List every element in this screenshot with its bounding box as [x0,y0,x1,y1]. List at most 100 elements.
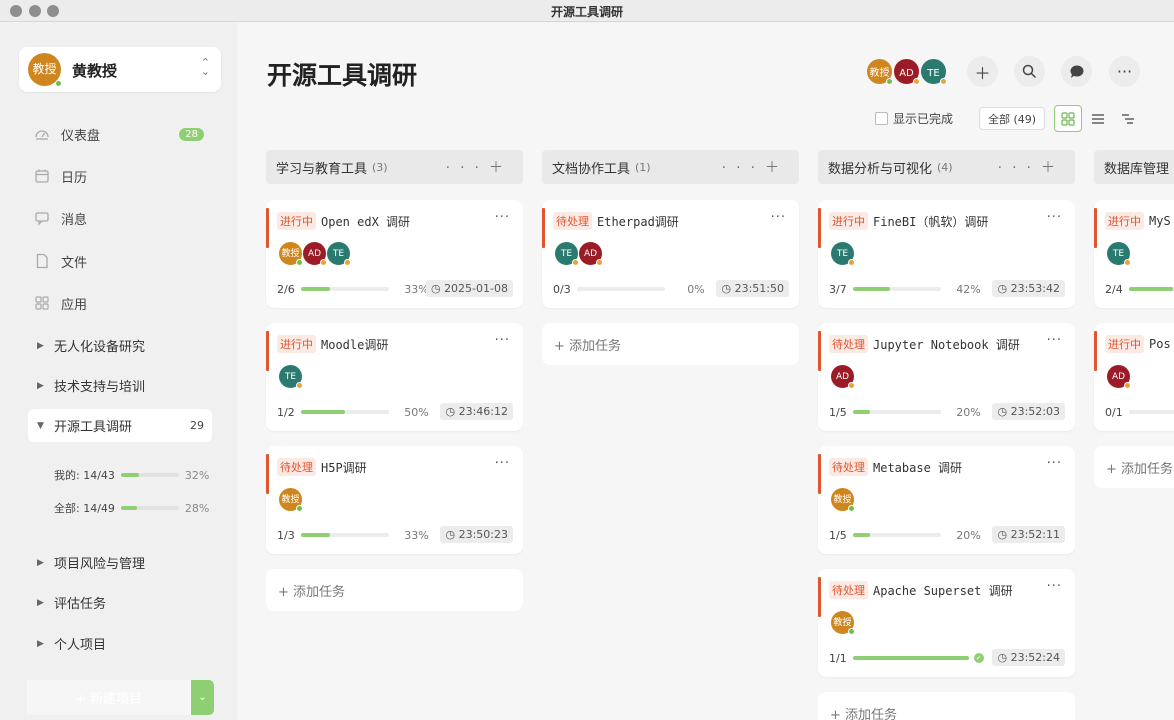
avatar[interactable]: 教授 [278,241,303,266]
avatar: 教授 [28,53,62,87]
progress-percent: 33% [404,528,429,542]
add-task-button[interactable]: + 添加任务 [818,692,1075,720]
new-project-label[interactable]: + 新建项目 [27,680,191,715]
avatar[interactable]: AD [892,57,921,86]
avatar[interactable]: TE [554,241,579,266]
project-item[interactable]: ▶ 技术支持与培训 [28,369,212,402]
project-item[interactable]: ▼ 开源工具调研 29 [28,409,212,442]
new-project-button[interactable]: + 新建项目 ⌄ [27,680,214,715]
avatar[interactable]: AD [830,364,855,389]
main-board: 开源工具调研 教授 AD TE ＋ ··· 显示已完成 全部 (49) 学习与教育工… [238,23,1174,720]
more-icon[interactable]: ··· [495,333,510,348]
add-member-button[interactable]: ＋ [967,56,998,87]
add-task-button[interactable]: + 添加任务 [1094,446,1174,488]
avatar[interactable]: 教授 [278,487,303,512]
column-count: (1) [635,160,651,174]
subtask-ratio: 1/2 [277,405,295,419]
task-card[interactable]: 待处理 Etherpad调研 ··· TE AD 0/3 0% ◷ 23:51:50 [542,200,799,308]
assignee-avatars: 教授 [278,487,303,512]
task-card[interactable]: 进行中 Moodle调研 ··· TE 1/2 50% ◷ 23:46:12 [266,323,523,431]
avatar-text: 教授 [833,495,852,505]
progress-bar [1128,410,1174,414]
avatar[interactable]: TE [326,241,351,266]
member-avatars[interactable]: 教授 AD TE [865,57,948,86]
column-header: 数据分析与可视化 (4) ···＋ [818,150,1075,184]
task-title: FineBI（帆软）调研 [873,214,989,229]
avatar[interactable]: TE [1106,241,1131,266]
project-item[interactable]: ▶ 评估任务 [28,586,212,619]
avatar-text: AD [899,68,914,79]
avatar-text: AD [1111,372,1126,382]
caret-right-icon[interactable]: ▶ [37,598,54,608]
task-card[interactable]: 进行中 Open edX 调研 ··· 教授 AD TE 2/6 33% ◷ 2025… [266,200,523,308]
sidebar-item-apps[interactable]: 应用 [34,291,212,315]
status-badge: 待处理 [553,212,592,230]
clock-icon: ◷ [997,282,1011,295]
avatar[interactable]: 教授 [830,610,855,635]
avatar[interactable]: TE [830,241,855,266]
list-view-button[interactable] [1084,105,1112,132]
avatar[interactable]: TE [278,364,303,389]
sidebar-item-file[interactable]: 文件 [34,249,212,273]
sidebar-item-message[interactable]: 消息 [34,206,212,230]
more-icon[interactable]: ··· [771,210,786,225]
subtask-ratio: 1/1 [829,651,847,665]
add-icon[interactable]: ＋ [765,160,789,176]
task-card[interactable]: 进行中 FineBI（帆软）调研 ··· TE 3/7 42% ◷ 23:53:4… [818,200,1075,308]
more-options-button[interactable]: ··· [1109,56,1140,87]
task-card[interactable]: 待处理 Jupyter Notebook 调研 ··· AD 1/5 20% ◷ … [818,323,1075,431]
more-icon[interactable]: ··· [1047,210,1062,225]
chat-button[interactable] [1061,56,1092,87]
more-icon[interactable]: ··· [495,456,510,471]
task-title: MyS [1149,214,1171,228]
more-icon[interactable]: ··· [1047,456,1062,471]
task-card[interactable]: 进行中Pos ··· AD 0/1 [1094,323,1174,431]
status-badge: 进行中 [829,212,868,230]
checkbox[interactable] [875,112,888,125]
add-task-button[interactable]: + 添加任务 [266,569,523,611]
priority-marker [818,331,821,371]
chevron-down-icon[interactable]: ⌄ [191,680,214,715]
task-card[interactable]: 待处理 H5P调研 ··· 教授 1/3 33% ◷ 23:50:23 [266,446,523,554]
user-switcher[interactable]: 教授 黄教授 ⌃ ⌄ [19,47,221,92]
avatar[interactable]: TE [919,57,948,86]
project-count: 29 [190,419,204,432]
add-icon[interactable]: ＋ [1041,160,1065,176]
project-item[interactable]: ▶ 无人化设备研究 [28,329,212,362]
chat-icon [1070,65,1083,78]
avatar[interactable]: AD [578,241,603,266]
show-completed-toggle[interactable]: 显示已完成 [875,110,953,127]
task-card[interactable]: 待处理 Metabase 调研 ··· 教授 1/5 20% ◷ 23:52:11 [818,446,1075,554]
caret-right-icon[interactable]: ▶ [37,381,54,391]
add-task-button[interactable]: + 添加任务 [542,323,799,365]
avatar-text: 教授 [869,68,890,79]
search-button[interactable] [1014,56,1045,87]
avatar[interactable]: AD [302,241,327,266]
board-view-button[interactable] [1054,105,1082,132]
more-icon[interactable]: ··· [722,160,765,176]
avatar[interactable]: 教授 [865,57,894,86]
more-icon[interactable]: ··· [495,210,510,225]
project-label: 无人化设备研究 [54,340,146,355]
more-icon[interactable]: ··· [1047,333,1062,348]
caret-right-icon[interactable]: ▶ [37,639,54,649]
avatar[interactable]: 教授 [830,487,855,512]
avatar[interactable]: AD [1106,364,1131,389]
task-card[interactable]: 进行中MyS ··· TE 2/4 [1094,200,1174,308]
project-item[interactable]: ▶ 个人项目 [28,627,212,660]
task-card[interactable]: 待处理 Apache Superset 调研 ··· 教授 1/1 ✓ ◷ 23:… [818,569,1075,677]
sidebar-item-calendar[interactable]: 日历 [34,164,212,188]
project-item[interactable]: ▶ 项目风险与管理 [28,546,212,579]
add-icon[interactable]: ＋ [489,160,513,176]
more-icon[interactable]: ··· [998,160,1041,176]
sidebar-item-dashboard[interactable]: 仪表盘 28 [34,122,212,146]
caret-right-icon[interactable]: ▶ [37,558,54,568]
caret-down-icon[interactable]: ▼ [37,421,54,431]
filter-all-button[interactable]: 全部 (49) [979,107,1046,130]
more-icon[interactable]: ··· [1047,579,1062,594]
page-title: 开源工具调研 [267,61,418,90]
gantt-view-button[interactable] [1114,105,1142,132]
more-icon[interactable]: ··· [446,160,489,176]
priority-marker [1094,331,1097,371]
caret-right-icon[interactable]: ▶ [37,341,54,351]
